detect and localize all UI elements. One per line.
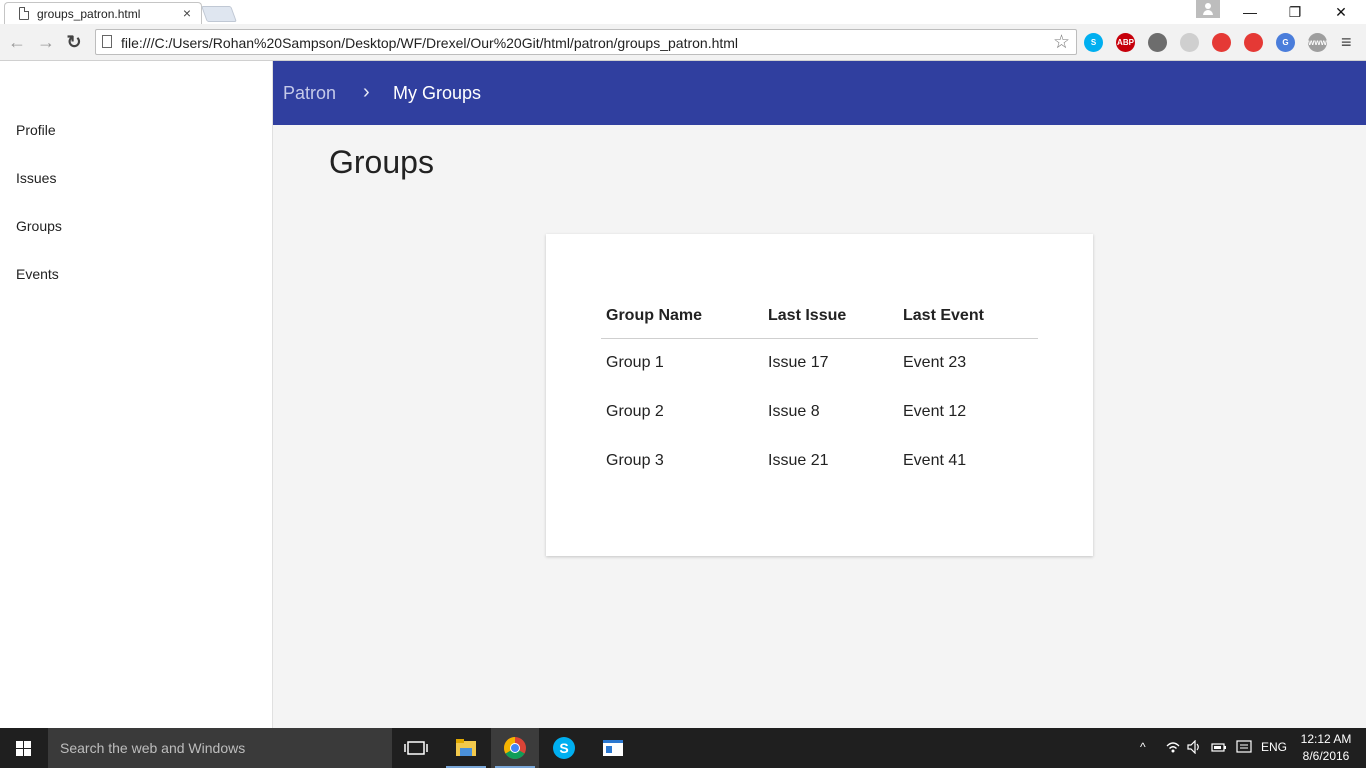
- browser-toolbar: ← → ↻ file:///C:/Users/Rohan%20Sampson/D…: [0, 24, 1366, 61]
- groups-table: Group Name Last Issue Last Event Group 1…: [601, 294, 1038, 485]
- chrome-menu-icon[interactable]: ≡: [1341, 32, 1352, 53]
- close-window-button[interactable]: ✕: [1318, 0, 1364, 24]
- sidebar: Profile Issues Groups Events: [0, 61, 273, 728]
- page-title: Groups: [329, 144, 434, 180]
- www-extension-icon[interactable]: www: [1308, 33, 1327, 52]
- minimize-button[interactable]: —: [1227, 0, 1273, 24]
- restore-button[interactable]: ❐: [1272, 0, 1318, 24]
- profile-icon[interactable]: [1196, 0, 1220, 18]
- wifi-icon[interactable]: [1166, 740, 1180, 757]
- reload-icon[interactable]: ↻: [64, 32, 84, 52]
- breadcrumb-my-groups: My Groups: [393, 83, 482, 103]
- clock-date: 8/6/2016: [1302, 749, 1350, 763]
- column-header-group-name: Group Name: [601, 294, 763, 339]
- target-extension-icon[interactable]: [1244, 33, 1263, 52]
- main-content: Patron › My Groups Groups Group Name Las…: [273, 61, 1366, 728]
- cell-group-name: Group 1: [606, 353, 664, 371]
- sidebar-item-profile[interactable]: Profile: [16, 122, 56, 138]
- task-view-icon[interactable]: [392, 728, 440, 768]
- language-indicator[interactable]: ENG: [1261, 740, 1287, 754]
- cell-last-issue: Issue 8: [768, 402, 820, 420]
- start-button[interactable]: [0, 728, 48, 768]
- windows-taskbar: Search the web and Windows S ^ ENG 12:12…: [0, 728, 1366, 768]
- browser-tab-strip: groups_patron.html × — ❐ ✕: [0, 0, 1366, 24]
- google-translate-icon[interactable]: G: [1276, 33, 1295, 52]
- url-text[interactable]: file:///C:/Users/Rohan%20Sampson/Desktop…: [121, 35, 738, 51]
- file-icon: [102, 35, 112, 48]
- breadcrumb-patron[interactable]: Patron: [283, 83, 336, 104]
- action-center-icon[interactable]: [1236, 740, 1252, 757]
- forward-icon[interactable]: →: [36, 32, 56, 52]
- address-bar[interactable]: file:///C:/Users/Rohan%20Sampson/Desktop…: [95, 29, 1077, 55]
- clock-time: 12:12 AM: [1300, 732, 1352, 746]
- chrome-taskbar-icon[interactable]: [491, 728, 539, 768]
- windows-logo-icon: [16, 741, 32, 756]
- table-row[interactable]: Group 2 Issue 8 Event 12: [601, 387, 1038, 436]
- battery-icon[interactable]: [1211, 740, 1227, 757]
- volume-icon[interactable]: [1187, 739, 1203, 757]
- page-icon: [19, 7, 29, 20]
- refresh-extension-icon[interactable]: [1180, 33, 1199, 52]
- clock[interactable]: 12:12 AM 8/6/2016: [1294, 731, 1358, 765]
- adblock-plus-icon[interactable]: ABP: [1116, 33, 1135, 52]
- sidebar-item-groups[interactable]: Groups: [16, 218, 62, 234]
- tab-close-icon[interactable]: ×: [183, 5, 191, 21]
- app-header: Patron › My Groups: [273, 61, 1366, 125]
- file-explorer-icon[interactable]: [442, 728, 490, 768]
- browser-tab[interactable]: groups_patron.html ×: [4, 2, 202, 24]
- table-header-row: Group Name Last Issue Last Event: [601, 294, 1038, 339]
- skype-taskbar-icon[interactable]: S: [540, 728, 588, 768]
- cell-last-issue: Issue 21: [768, 451, 829, 469]
- bulb-extension-icon[interactable]: [1148, 33, 1167, 52]
- no-script-extension-icon[interactable]: [1212, 33, 1231, 52]
- taskbar-search-box[interactable]: Search the web and Windows: [48, 728, 392, 768]
- cell-group-name: Group 2: [606, 402, 664, 420]
- column-header-last-event: Last Event: [898, 294, 1038, 339]
- svg-text:S: S: [559, 740, 568, 756]
- cell-last-issue: Issue 17: [768, 353, 829, 371]
- skype-extension-icon[interactable]: S: [1084, 33, 1103, 52]
- app-window-icon[interactable]: [589, 728, 637, 768]
- cell-last-event: Event 12: [903, 402, 967, 420]
- tab-title: groups_patron.html: [37, 7, 141, 21]
- chevron-right-icon: ›: [363, 81, 370, 103]
- sidebar-item-issues[interactable]: Issues: [16, 170, 56, 186]
- tray-expand-icon[interactable]: ^: [1140, 740, 1146, 754]
- sidebar-item-events[interactable]: Events: [16, 266, 59, 282]
- table-row[interactable]: Group 1 Issue 17 Event 23: [601, 338, 1038, 387]
- new-tab-button[interactable]: [201, 6, 237, 22]
- bookmark-star-icon[interactable]: ☆: [1053, 31, 1070, 54]
- groups-card: Group Name Last Issue Last Event Group 1…: [546, 234, 1093, 556]
- cell-last-event: Event 23: [903, 353, 967, 371]
- table-row[interactable]: Group 3 Issue 21 Event 41: [601, 436, 1038, 485]
- column-header-last-issue: Last Issue: [763, 294, 898, 339]
- cell-group-name: Group 3: [606, 451, 664, 469]
- back-icon[interactable]: ←: [7, 32, 27, 52]
- cell-last-event: Event 41: [903, 451, 967, 469]
- search-placeholder: Search the web and Windows: [60, 740, 246, 756]
